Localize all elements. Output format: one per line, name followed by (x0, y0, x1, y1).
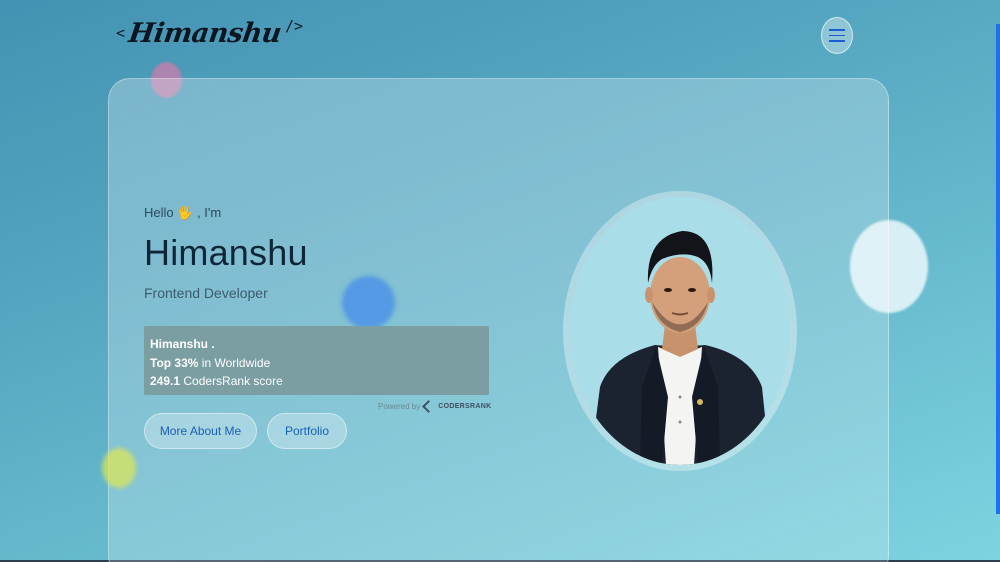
powered-by-label: Powered by (378, 401, 421, 411)
codersrank-user: Himanshu . (150, 337, 215, 351)
codersrank-rank: Top 33% in Worldwide (150, 355, 271, 370)
wave-icon: 🖐 (177, 205, 194, 220)
decorative-blob-yellow (102, 448, 136, 488)
logo-close-bracket: /> (284, 17, 304, 35)
codersrank-widget[interactable]: Himanshu . Top 33% in Worldwide 249.1 Co… (144, 326, 489, 395)
logo-name: Himanshu (126, 17, 284, 49)
hamburger-icon-line (829, 29, 845, 31)
greeting-text: Hello 🖐 , I'm (144, 205, 221, 221)
site-logo[interactable]: < Himanshu /> (116, 12, 303, 54)
menu-button[interactable] (821, 17, 853, 54)
avatar (570, 197, 790, 465)
role-subtitle: Frontend Developer (144, 285, 268, 301)
scrollbar-edge (996, 24, 1000, 514)
logo-open-bracket: < (116, 24, 126, 42)
greeting-suffix: , I'm (197, 205, 222, 220)
greeting-hello: Hello (144, 205, 174, 220)
decorative-blob-blue (342, 276, 395, 329)
codersrank-brand: CODERSRANK (438, 402, 492, 410)
hamburger-icon-line (829, 34, 845, 37)
page-title: Himanshu (144, 232, 308, 273)
more-about-me-button[interactable]: More About Me (144, 413, 257, 449)
hamburger-icon-line (829, 40, 845, 42)
portfolio-button[interactable]: Portfolio (267, 413, 347, 449)
codersrank-score: 249.1 CodersRank score (150, 374, 283, 388)
codersrank-powered-by[interactable]: Powered by CODERSRANK (378, 401, 491, 411)
codersrank-logo-icon (423, 401, 435, 411)
profile-photo-illustration (570, 197, 790, 465)
